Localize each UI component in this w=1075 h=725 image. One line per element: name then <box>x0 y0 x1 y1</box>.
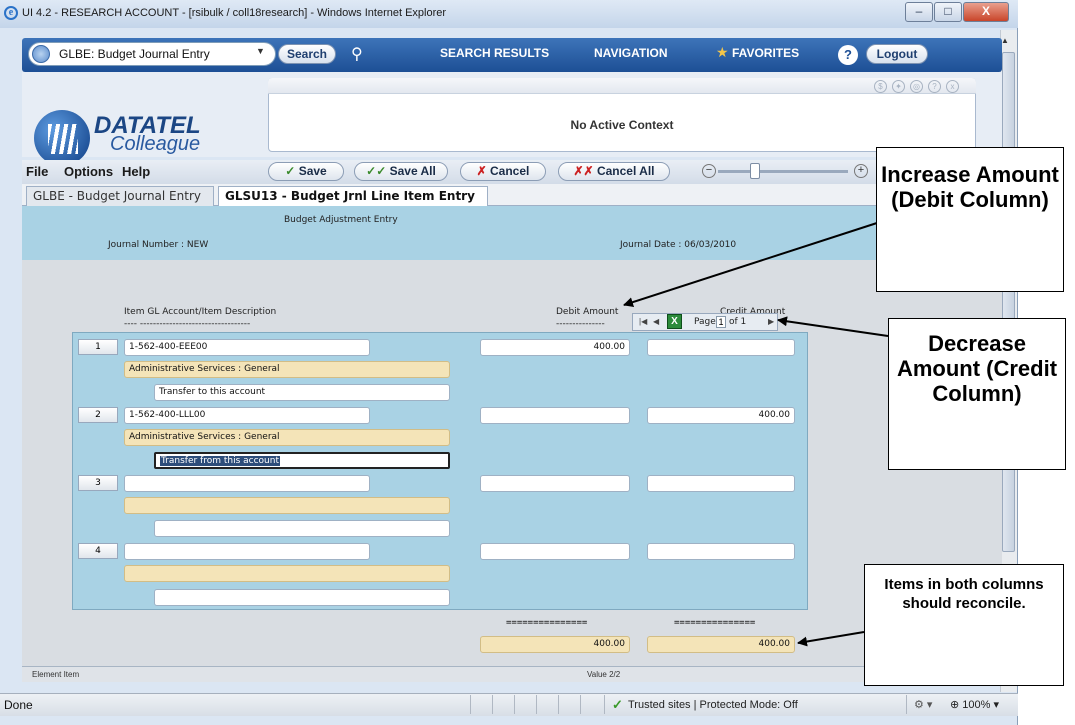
arrow-to-totals <box>797 631 865 647</box>
arrow-to-credit <box>777 316 889 337</box>
arrow-to-debit <box>623 221 881 307</box>
callout-reconcile: Items in both columns should reconcile. <box>864 564 1064 686</box>
callout-increase-amount: Increase Amount (Debit Column) <box>876 147 1064 292</box>
screenshot: e UI 4.2 - RESEARCH ACCOUNT - [rsibulk /… <box>0 0 1075 725</box>
callout-decrease-amount: Decrease Amount (Credit Column) <box>888 318 1066 470</box>
